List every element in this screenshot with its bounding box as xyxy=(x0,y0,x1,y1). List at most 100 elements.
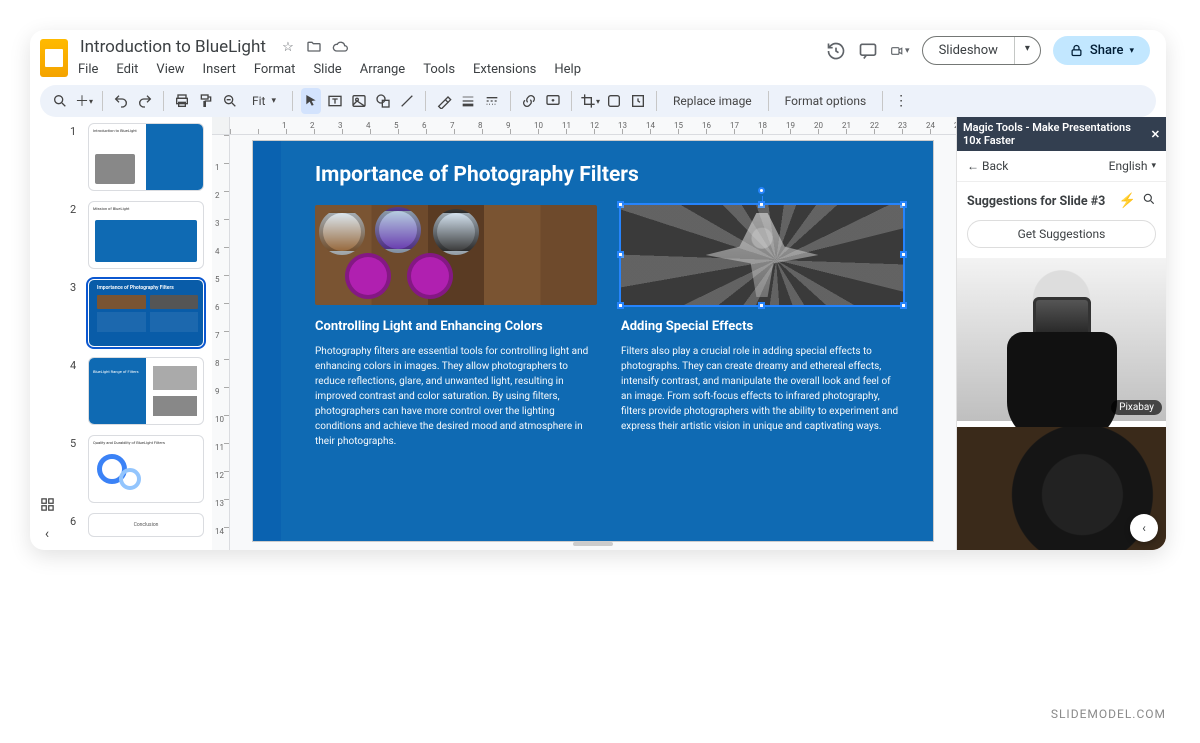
format-options-button[interactable]: Format options xyxy=(777,88,874,114)
slide-thumbnail-1[interactable]: Introduction to BlueLight xyxy=(88,123,204,191)
slide-panel[interactable]: 1 Introduction to BlueLight 2 Mission of… xyxy=(64,117,212,550)
zoom-select[interactable]: Fit▾ xyxy=(244,94,284,108)
bolt-icon[interactable]: ⚡ xyxy=(1119,193,1136,209)
slideshow-dropdown[interactable]: ▾ xyxy=(1014,37,1040,64)
menu-arrange[interactable]: Arrange xyxy=(358,60,407,79)
grid-view-icon[interactable] xyxy=(40,497,55,516)
border-dash-tool[interactable] xyxy=(482,88,502,114)
mask-tool[interactable] xyxy=(604,88,624,114)
undo-button[interactable] xyxy=(111,88,131,114)
get-suggestions-button[interactable]: Get Suggestions xyxy=(967,220,1156,248)
search-suggestions-icon[interactable] xyxy=(1142,192,1156,210)
cloud-status-icon[interactable] xyxy=(332,39,348,55)
resize-handle-s[interactable] xyxy=(758,302,765,309)
col2-heading[interactable]: Adding Special Effects xyxy=(621,319,903,334)
resize-handle-sw[interactable] xyxy=(617,302,624,309)
menu-view[interactable]: View xyxy=(154,60,186,79)
titlebar: Introduction to BlueLight ☆ File Edit Vi… xyxy=(30,30,1166,79)
slide[interactable]: Importance of Photography Filters xyxy=(253,141,933,541)
resize-handle-nw[interactable] xyxy=(617,201,624,208)
menu-help[interactable]: Help xyxy=(552,60,583,79)
close-addon-icon[interactable]: ✕ xyxy=(1151,128,1160,141)
slides-logo-icon xyxy=(40,39,68,77)
slideshow-split-button: Slideshow ▾ xyxy=(922,36,1041,65)
slide-title[interactable]: Importance of Photography Filters xyxy=(315,163,903,187)
thumb-number: 5 xyxy=(70,435,80,503)
search-menu-icon[interactable] xyxy=(50,88,70,114)
slide-thumbnail-3[interactable]: Importance of Photography Filters xyxy=(88,279,204,347)
resize-handle-w[interactable] xyxy=(617,251,624,258)
share-button[interactable]: Share ▾ xyxy=(1053,36,1150,65)
menu-extensions[interactable]: Extensions xyxy=(471,60,538,79)
toolbar: ＋▾ Fit▾ xyxy=(40,85,1156,117)
slide-thumbnail-2[interactable]: Mission of BlueLight xyxy=(88,201,204,269)
meet-camera-icon[interactable]: ▾ xyxy=(890,41,910,61)
border-weight-tool[interactable] xyxy=(458,88,478,114)
history-icon[interactable] xyxy=(826,41,846,61)
crop-tool[interactable]: ▾ xyxy=(580,88,600,114)
menu-file[interactable]: File xyxy=(76,60,100,79)
menu-bar: File Edit View Insert Format Slide Arran… xyxy=(76,60,818,79)
comments-icon[interactable] xyxy=(858,41,878,61)
addon-back-button[interactable]: ← Back xyxy=(967,159,1008,173)
slide-image-filters[interactable] xyxy=(315,205,597,305)
border-color-tool[interactable] xyxy=(434,88,454,114)
slide-thumbnail-4[interactable]: BlueLight Range of Filters xyxy=(88,357,204,425)
speaker-notes-handle[interactable] xyxy=(573,542,613,546)
toolbar-overflow[interactable]: ⋮ xyxy=(891,88,911,114)
resize-handle-ne[interactable] xyxy=(900,201,907,208)
ruler-corner xyxy=(212,117,230,135)
image-tool[interactable] xyxy=(349,88,369,114)
slideshow-button[interactable]: Slideshow xyxy=(923,37,1014,64)
resize-handle-e[interactable] xyxy=(900,251,907,258)
zoom-out-icon[interactable] xyxy=(220,88,240,114)
prev-slide-button[interactable]: ‹ xyxy=(45,526,49,542)
line-tool[interactable] xyxy=(397,88,417,114)
horizontal-ruler[interactable]: 1123456789101112131415161718192021222324… xyxy=(230,117,956,135)
slide-thumbnail-5[interactable]: Quality and Durability of BlueLight Filt… xyxy=(88,435,204,503)
thumb-number: 4 xyxy=(70,357,80,425)
replace-image-button[interactable]: Replace image xyxy=(665,88,760,114)
new-slide-button[interactable]: ＋▾ xyxy=(74,88,94,114)
share-label: Share xyxy=(1090,43,1124,58)
link-tool[interactable] xyxy=(519,88,539,114)
redo-button[interactable] xyxy=(135,88,155,114)
slide-thumbnail-6[interactable]: Conclusion xyxy=(88,513,204,537)
addon-language-select[interactable]: English ▾ xyxy=(1109,159,1156,173)
resize-handle-n[interactable] xyxy=(758,201,765,208)
menu-tools[interactable]: Tools xyxy=(421,60,457,79)
addon-title: Magic Tools - Make Presentations 10x Fas… xyxy=(963,121,1151,147)
canvas[interactable]: Importance of Photography Filters xyxy=(230,135,956,550)
thumb-row: 1 Introduction to BlueLight xyxy=(70,123,212,191)
star-icon[interactable]: ☆ xyxy=(280,39,296,55)
addon-fab-button[interactable]: ‹ xyxy=(1130,514,1158,542)
share-chevron-icon: ▾ xyxy=(1129,46,1134,56)
thumb-number: 1 xyxy=(70,123,80,191)
reset-image-tool[interactable] xyxy=(628,88,648,114)
menu-slide[interactable]: Slide xyxy=(311,60,343,79)
col1-heading[interactable]: Controlling Light and Enhancing Colors xyxy=(315,319,597,334)
print-button[interactable] xyxy=(172,88,192,114)
select-tool[interactable] xyxy=(301,88,321,114)
col2-body[interactable]: Filters also play a crucial role in addi… xyxy=(621,344,903,434)
app-window: Introduction to BlueLight ☆ File Edit Vi… xyxy=(30,30,1166,550)
menu-format[interactable]: Format xyxy=(252,60,298,79)
document-title[interactable]: Introduction to BlueLight xyxy=(76,36,270,58)
thumb-number: 3 xyxy=(70,279,80,347)
stock-image-1[interactable]: Pixabay xyxy=(957,258,1166,421)
resize-handle-se[interactable] xyxy=(900,302,907,309)
move-folder-icon[interactable] xyxy=(306,39,322,55)
paint-format-button[interactable] xyxy=(196,88,216,114)
menu-insert[interactable]: Insert xyxy=(201,60,238,79)
lock-icon xyxy=(1069,43,1084,58)
vertical-ruler[interactable]: 12345678910111213141 xyxy=(212,135,230,550)
thumb-number: 6 xyxy=(70,513,80,537)
shape-tool[interactable] xyxy=(373,88,393,114)
col1-body[interactable]: Photography filters are essential tools … xyxy=(315,344,597,449)
menu-edit[interactable]: Edit xyxy=(114,60,140,79)
comment-tool[interactable] xyxy=(543,88,563,114)
rotate-handle[interactable] xyxy=(758,187,765,194)
textbox-tool[interactable] xyxy=(325,88,345,114)
slide-image-dancer-selected[interactable] xyxy=(621,205,903,305)
chevron-down-icon: ▾ xyxy=(905,46,910,56)
